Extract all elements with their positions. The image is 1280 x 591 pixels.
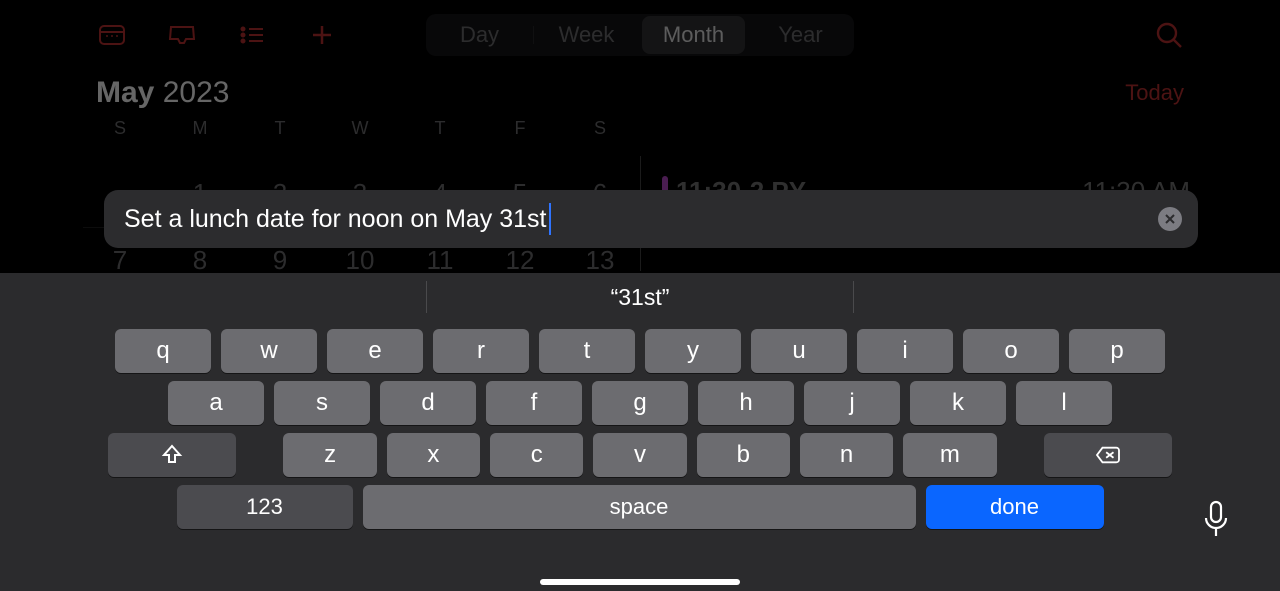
keyboard: “31st” q w e r t y u i o p a s d f g h j… [0, 273, 1280, 591]
key-v[interactable]: v [593, 433, 686, 477]
key-z[interactable]: z [283, 433, 376, 477]
key-123[interactable]: 123 [177, 485, 353, 529]
key-k[interactable]: k [910, 381, 1006, 425]
key-w[interactable]: w [221, 329, 317, 373]
key-u[interactable]: u [751, 329, 847, 373]
key-g[interactable]: g [592, 381, 688, 425]
key-m[interactable]: m [903, 433, 996, 477]
key-b[interactable]: b [697, 433, 790, 477]
text-caret [549, 203, 551, 235]
key-p[interactable]: p [1069, 329, 1165, 373]
key-f[interactable]: f [486, 381, 582, 425]
suggestion-bar: “31st” [0, 273, 1280, 321]
key-space[interactable]: space [363, 485, 916, 529]
key-backspace[interactable] [1044, 433, 1172, 477]
nl-event-input-bar[interactable]: Set a lunch date for noon on May 31st [104, 190, 1198, 248]
key-d[interactable]: d [380, 381, 476, 425]
key-o[interactable]: o [963, 329, 1059, 373]
key-e[interactable]: e [327, 329, 423, 373]
key-q[interactable]: q [115, 329, 211, 373]
key-t[interactable]: t [539, 329, 635, 373]
input-text[interactable]: Set a lunch date for noon on May 31st [124, 205, 547, 234]
key-done[interactable]: done [926, 485, 1104, 529]
key-n[interactable]: n [800, 433, 893, 477]
key-s[interactable]: s [274, 381, 370, 425]
suggestion[interactable]: “31st” [426, 281, 853, 313]
key-l[interactable]: l [1016, 381, 1112, 425]
key-i[interactable]: i [857, 329, 953, 373]
key-j[interactable]: j [804, 381, 900, 425]
key-x[interactable]: x [387, 433, 480, 477]
key-h[interactable]: h [698, 381, 794, 425]
home-indicator[interactable] [540, 579, 740, 585]
suggestion[interactable] [0, 281, 426, 313]
key-c[interactable]: c [490, 433, 583, 477]
dictation-icon[interactable] [1200, 500, 1232, 543]
clear-input-icon[interactable] [1158, 207, 1182, 231]
key-y[interactable]: y [645, 329, 741, 373]
key-r[interactable]: r [433, 329, 529, 373]
suggestion[interactable] [853, 281, 1280, 313]
key-a[interactable]: a [168, 381, 264, 425]
key-shift[interactable] [108, 433, 236, 477]
